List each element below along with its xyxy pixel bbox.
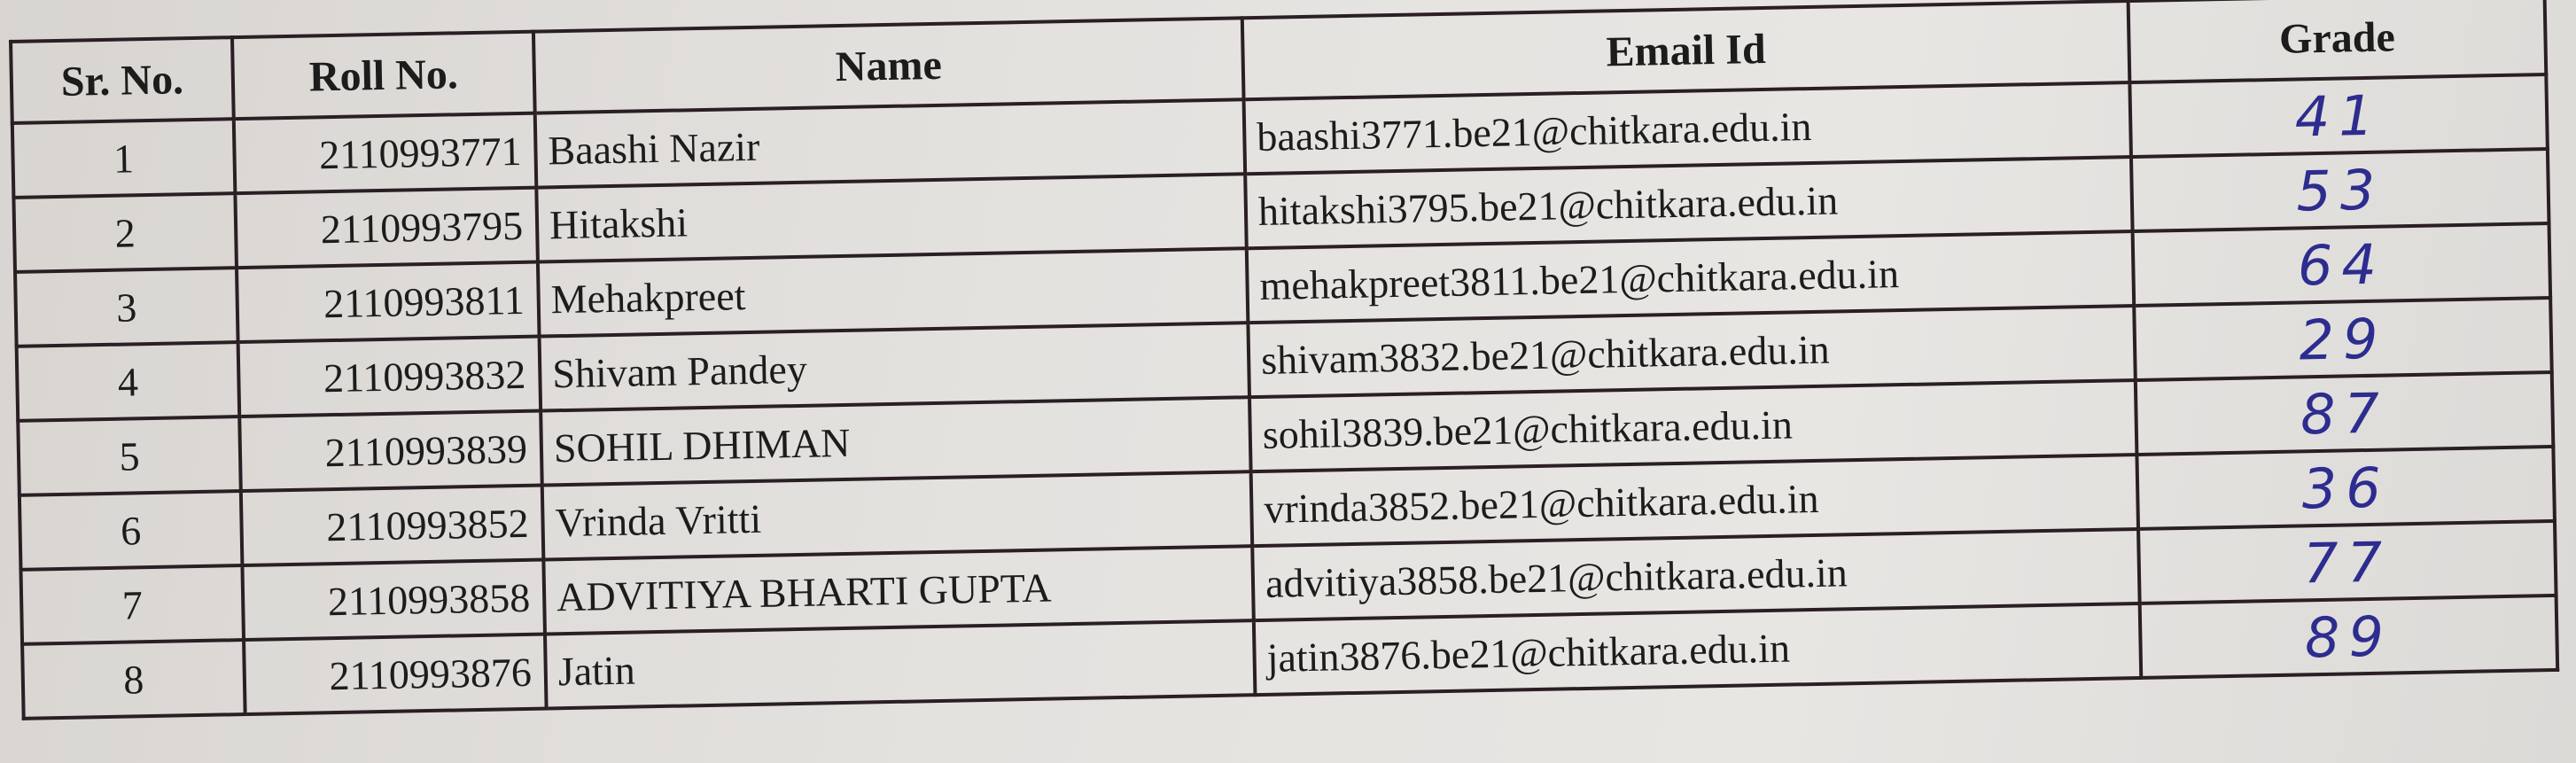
cell-sr-no: 1 <box>12 119 236 198</box>
header-sr-no: Sr. No. <box>11 37 234 123</box>
cell-roll-no: 2110993771 <box>233 113 537 194</box>
cell-sr-no: 4 <box>16 342 240 421</box>
cell-grade: 77 <box>2138 520 2557 603</box>
cell-name: ADVITIYA BHARTI GUPTA <box>543 546 1254 635</box>
cell-name: Baashi Nazir <box>534 99 1246 188</box>
cell-grade: 36 <box>2136 446 2555 529</box>
cell-roll-no: 2110993811 <box>236 261 540 343</box>
cell-grade: 53 <box>2130 149 2549 232</box>
header-name: Name <box>533 18 1244 113</box>
cell-name: Jatin <box>544 620 1256 709</box>
cell-sr-no: 3 <box>15 268 238 346</box>
cell-name: Vrinda Vritti <box>541 471 1253 560</box>
paper-sheet: Sr. No. Roll No. Name Email Id Grade 1 2… <box>0 0 2576 763</box>
cell-sr-no: 2 <box>13 193 237 272</box>
cell-grade: 41 <box>2129 74 2548 158</box>
cell-roll-no: 2110993832 <box>237 336 541 417</box>
header-roll-no: Roll No. <box>231 31 535 120</box>
cell-roll-no: 2110993852 <box>240 485 544 566</box>
cell-grade: 87 <box>2135 371 2554 455</box>
cell-sr-no: 5 <box>18 417 241 495</box>
cell-name: Hitakshi <box>536 174 1247 262</box>
cell-grade: 64 <box>2132 223 2551 307</box>
cell-roll-no: 2110993839 <box>239 410 542 492</box>
grade-sheet: Sr. No. Roll No. Name Email Id Grade 1 2… <box>9 0 2558 719</box>
cell-email: jatin3876.be21@chitkara.edu.in <box>1253 603 2142 696</box>
cell-name: Mehakpreet <box>537 248 1249 337</box>
cell-roll-no: 2110993795 <box>235 187 538 269</box>
cell-roll-no: 2110993858 <box>242 559 545 641</box>
cell-name: SOHIL DHIMAN <box>541 397 1251 486</box>
cell-sr-no: 6 <box>19 491 243 570</box>
cell-sr-no: 8 <box>22 640 245 719</box>
cell-grade: 29 <box>2134 297 2552 381</box>
header-grade: Grade <box>2128 0 2547 83</box>
student-grade-table: Sr. No. Roll No. Name Email Id Grade 1 2… <box>9 0 2559 720</box>
cell-grade: 89 <box>2139 595 2558 678</box>
cell-name: Shivam Pandey <box>539 323 1249 411</box>
cell-sr-no: 7 <box>20 565 245 644</box>
cell-roll-no: 2110993876 <box>244 634 547 715</box>
